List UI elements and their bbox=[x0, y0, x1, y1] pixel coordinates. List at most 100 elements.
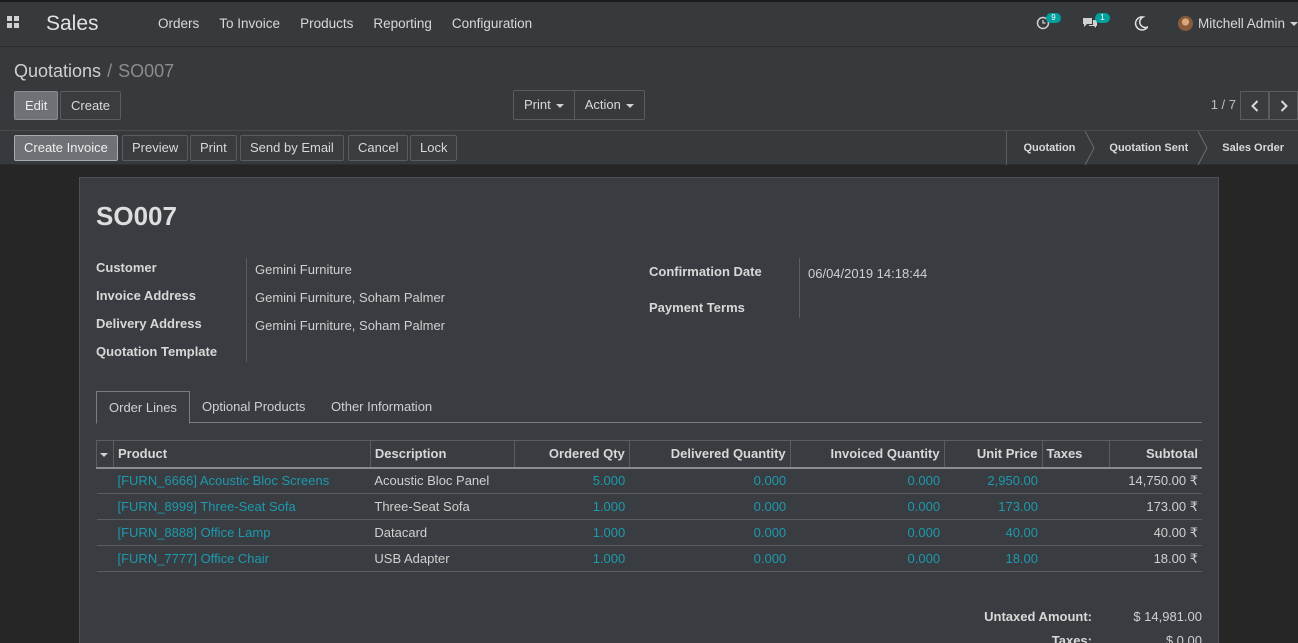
line-description: Datacard bbox=[370, 519, 515, 546]
table-row[interactable]: [FURN_8888] Office Lamp Datacard 1.000 0… bbox=[96, 519, 1202, 546]
table-row[interactable]: [FURN_6666] Acoustic Bloc Screens Acoust… bbox=[96, 467, 1202, 494]
column-toggle[interactable] bbox=[96, 440, 114, 469]
column-header-delivered-quantity[interactable]: Delivered Quantity bbox=[628, 440, 791, 469]
line-unit-price: 2,950.00 bbox=[944, 467, 1043, 494]
confirmation-date-label: Confirmation Date bbox=[649, 264, 762, 279]
messages-chat-icon[interactable]: 1 bbox=[1082, 13, 1110, 33]
line-product[interactable]: [FURN_8999] Three-Seat Sofa bbox=[113, 493, 371, 520]
quotation-template-label: Quotation Template bbox=[96, 344, 218, 359]
menu-to-invoice[interactable]: To Invoice bbox=[209, 16, 290, 31]
untaxed-amount-value: $ 14,981.00 bbox=[1133, 609, 1202, 624]
line-subtotal: 40.00 ₹ bbox=[1109, 519, 1202, 546]
line-description: Three-Seat Sofa bbox=[370, 493, 515, 520]
line-ordered-qty: 5.000 bbox=[514, 467, 630, 494]
column-header-unit-price[interactable]: Unit Price bbox=[943, 440, 1043, 469]
chevron-left-icon bbox=[1250, 99, 1258, 112]
app-brand[interactable]: Sales bbox=[46, 12, 99, 36]
line-delivered-qty: 0.000 bbox=[629, 545, 791, 572]
column-header-description[interactable]: Description bbox=[369, 440, 515, 469]
stage-sales-order-label: Sales Order bbox=[1222, 142, 1284, 154]
menu-orders[interactable]: Orders bbox=[148, 16, 209, 31]
print-button[interactable]: Print bbox=[190, 135, 237, 161]
field-divider bbox=[799, 258, 800, 318]
untaxed-amount-label: Untaxed Amount: bbox=[984, 609, 1092, 624]
invoice-address-label: Invoice Address bbox=[96, 288, 196, 303]
line-invoiced-qty: 0.000 bbox=[790, 545, 945, 572]
lock-button[interactable]: Lock bbox=[410, 135, 458, 161]
line-ordered-qty: 1.000 bbox=[514, 493, 630, 520]
line-taxes bbox=[1042, 545, 1110, 572]
status-bar: Create Invoice Preview Print Send by Ema… bbox=[0, 130, 1298, 165]
line-taxes bbox=[1042, 519, 1110, 546]
line-description: USB Adapter bbox=[370, 545, 515, 572]
preview-button[interactable]: Preview bbox=[122, 135, 189, 161]
cancel-button[interactable]: Cancel bbox=[348, 135, 409, 161]
top-navbar: Sales Orders To Invoice Products Reporti… bbox=[0, 0, 1298, 47]
action-dropdown[interactable]: Action bbox=[573, 91, 644, 119]
breadcrumb-quotations[interactable]: Quotations bbox=[14, 61, 101, 81]
pager-next-button[interactable] bbox=[1269, 91, 1298, 120]
line-ordered-qty: 1.000 bbox=[514, 519, 630, 546]
line-description: Acoustic Bloc Panel bbox=[370, 467, 515, 494]
create-button[interactable]: Create bbox=[60, 91, 122, 120]
action-dropdown-label: Action bbox=[584, 97, 621, 112]
line-ordered-qty: 1.000 bbox=[514, 545, 630, 572]
customer-value[interactable]: Gemini Furniture bbox=[255, 262, 352, 277]
stage-sales-order[interactable]: Sales Order bbox=[1202, 131, 1298, 165]
line-subtotal: 18.00 ₹ bbox=[1109, 545, 1202, 572]
send-by-email-button[interactable]: Send by Email bbox=[240, 135, 344, 161]
print-dropdown[interactable]: Print bbox=[514, 91, 574, 119]
line-product[interactable]: [FURN_8888] Office Lamp bbox=[113, 519, 371, 546]
chevron-down-icon bbox=[625, 103, 634, 108]
pager-value[interactable]: 1 / 7 bbox=[1211, 97, 1236, 112]
line-delivered-qty: 0.000 bbox=[629, 519, 791, 546]
tab-optional-products[interactable]: Optional Products bbox=[190, 391, 317, 423]
column-header-ordered-qty[interactable]: Ordered Qty bbox=[513, 440, 630, 469]
pager-previous-button[interactable] bbox=[1240, 91, 1269, 120]
order-stages: Quotation Quotation Sent Sales Order bbox=[1006, 131, 1298, 165]
table-row[interactable]: [FURN_8999] Three-Seat Sofa Three-Seat S… bbox=[96, 493, 1202, 520]
tab-order-lines[interactable]: Order Lines bbox=[96, 391, 190, 424]
chevron-right-icon bbox=[1280, 99, 1288, 112]
line-taxes bbox=[1042, 467, 1110, 494]
line-product[interactable]: [FURN_7777] Office Chair bbox=[113, 545, 371, 572]
chevron-down-icon bbox=[100, 452, 108, 457]
line-subtotal: 14,750.00 ₹ bbox=[1109, 467, 1202, 494]
table-row[interactable]: [FURN_7777] Office Chair USB Adapter 1.0… bbox=[96, 545, 1202, 572]
column-header-invoiced-quantity[interactable]: Invoiced Quantity bbox=[789, 440, 945, 469]
row-handle bbox=[96, 545, 114, 572]
delivery-address-value[interactable]: Gemini Furniture, Soham Palmer bbox=[255, 318, 445, 333]
line-invoiced-qty: 0.000 bbox=[790, 519, 945, 546]
payment-terms-label: Payment Terms bbox=[649, 300, 745, 315]
print-action-group: Print Action bbox=[513, 90, 645, 120]
line-unit-price: 173.00 bbox=[944, 493, 1043, 520]
dark-mode-moon-icon[interactable] bbox=[1134, 16, 1150, 34]
order-lines-table: Product Description Ordered Qty Delivere… bbox=[96, 440, 1202, 572]
menu-products[interactable]: Products bbox=[290, 16, 363, 31]
user-menu[interactable]: Mitchell Admin bbox=[1177, 16, 1298, 31]
edit-button[interactable]: Edit bbox=[14, 91, 59, 120]
line-unit-price: 18.00 bbox=[944, 545, 1043, 572]
column-header-product[interactable]: Product bbox=[112, 440, 371, 469]
row-handle bbox=[96, 467, 114, 494]
column-header-subtotal[interactable]: Subtotal bbox=[1109, 440, 1202, 469]
row-handle bbox=[96, 519, 114, 546]
menu-configuration[interactable]: Configuration bbox=[442, 16, 542, 31]
line-invoiced-qty: 0.000 bbox=[790, 467, 945, 494]
menu-reporting[interactable]: Reporting bbox=[363, 16, 442, 31]
apps-menu-icon[interactable] bbox=[7, 16, 21, 30]
stage-quotation-sent[interactable]: Quotation Sent bbox=[1089, 131, 1208, 165]
notebook-tabs: Order Lines Optional Products Other Info… bbox=[96, 391, 1202, 424]
taxes-value: $ 0.00 bbox=[1165, 633, 1202, 643]
create-invoice-button[interactable]: Create Invoice bbox=[14, 135, 118, 161]
column-header-taxes[interactable]: Taxes bbox=[1041, 440, 1110, 469]
chevron-down-icon bbox=[555, 103, 564, 108]
line-taxes bbox=[1042, 493, 1110, 520]
print-dropdown-label: Print bbox=[524, 97, 551, 112]
line-product[interactable]: [FURN_6666] Acoustic Bloc Screens bbox=[113, 467, 371, 494]
tab-other-information[interactable]: Other Information bbox=[319, 391, 444, 423]
line-unit-price: 40.00 bbox=[944, 519, 1043, 546]
invoice-address-value[interactable]: Gemini Furniture, Soham Palmer bbox=[255, 290, 445, 305]
stage-quotation[interactable]: Quotation bbox=[1007, 131, 1095, 165]
activity-clock-icon[interactable]: 9 bbox=[1036, 13, 1061, 33]
